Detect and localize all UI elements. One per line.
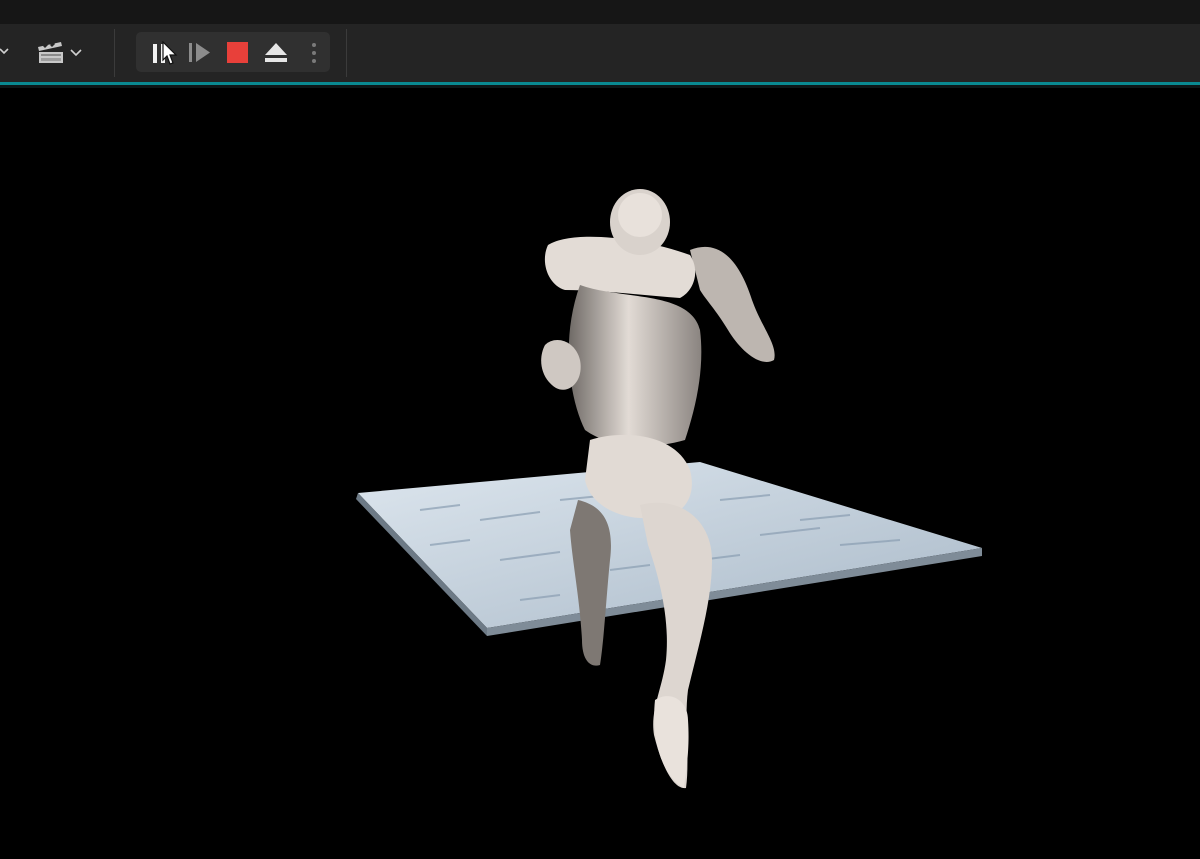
frame-advance-button[interactable]: [186, 39, 216, 67]
cinematics-button[interactable]: [34, 36, 88, 68]
stop-icon: [227, 42, 248, 63]
toolbar-divider: [346, 29, 347, 77]
level-viewport[interactable]: [0, 88, 1200, 859]
chevron-down-icon[interactable]: [0, 46, 12, 58]
pause-button[interactable]: [148, 38, 180, 68]
eject-icon: [263, 41, 289, 65]
viewport-scene: [356, 189, 982, 789]
kebab-menu-icon: [311, 42, 317, 64]
more-options-button[interactable]: [304, 38, 324, 68]
title-bar: [0, 0, 1200, 24]
chevron-down-icon: [70, 48, 82, 58]
frame-advance-icon: [188, 41, 214, 65]
mouse-cursor-icon: [162, 41, 180, 67]
stop-button[interactable]: [223, 39, 251, 67]
toolbar-divider: [114, 29, 115, 77]
clapperboard-icon: [37, 40, 65, 64]
eject-button[interactable]: [260, 39, 292, 67]
